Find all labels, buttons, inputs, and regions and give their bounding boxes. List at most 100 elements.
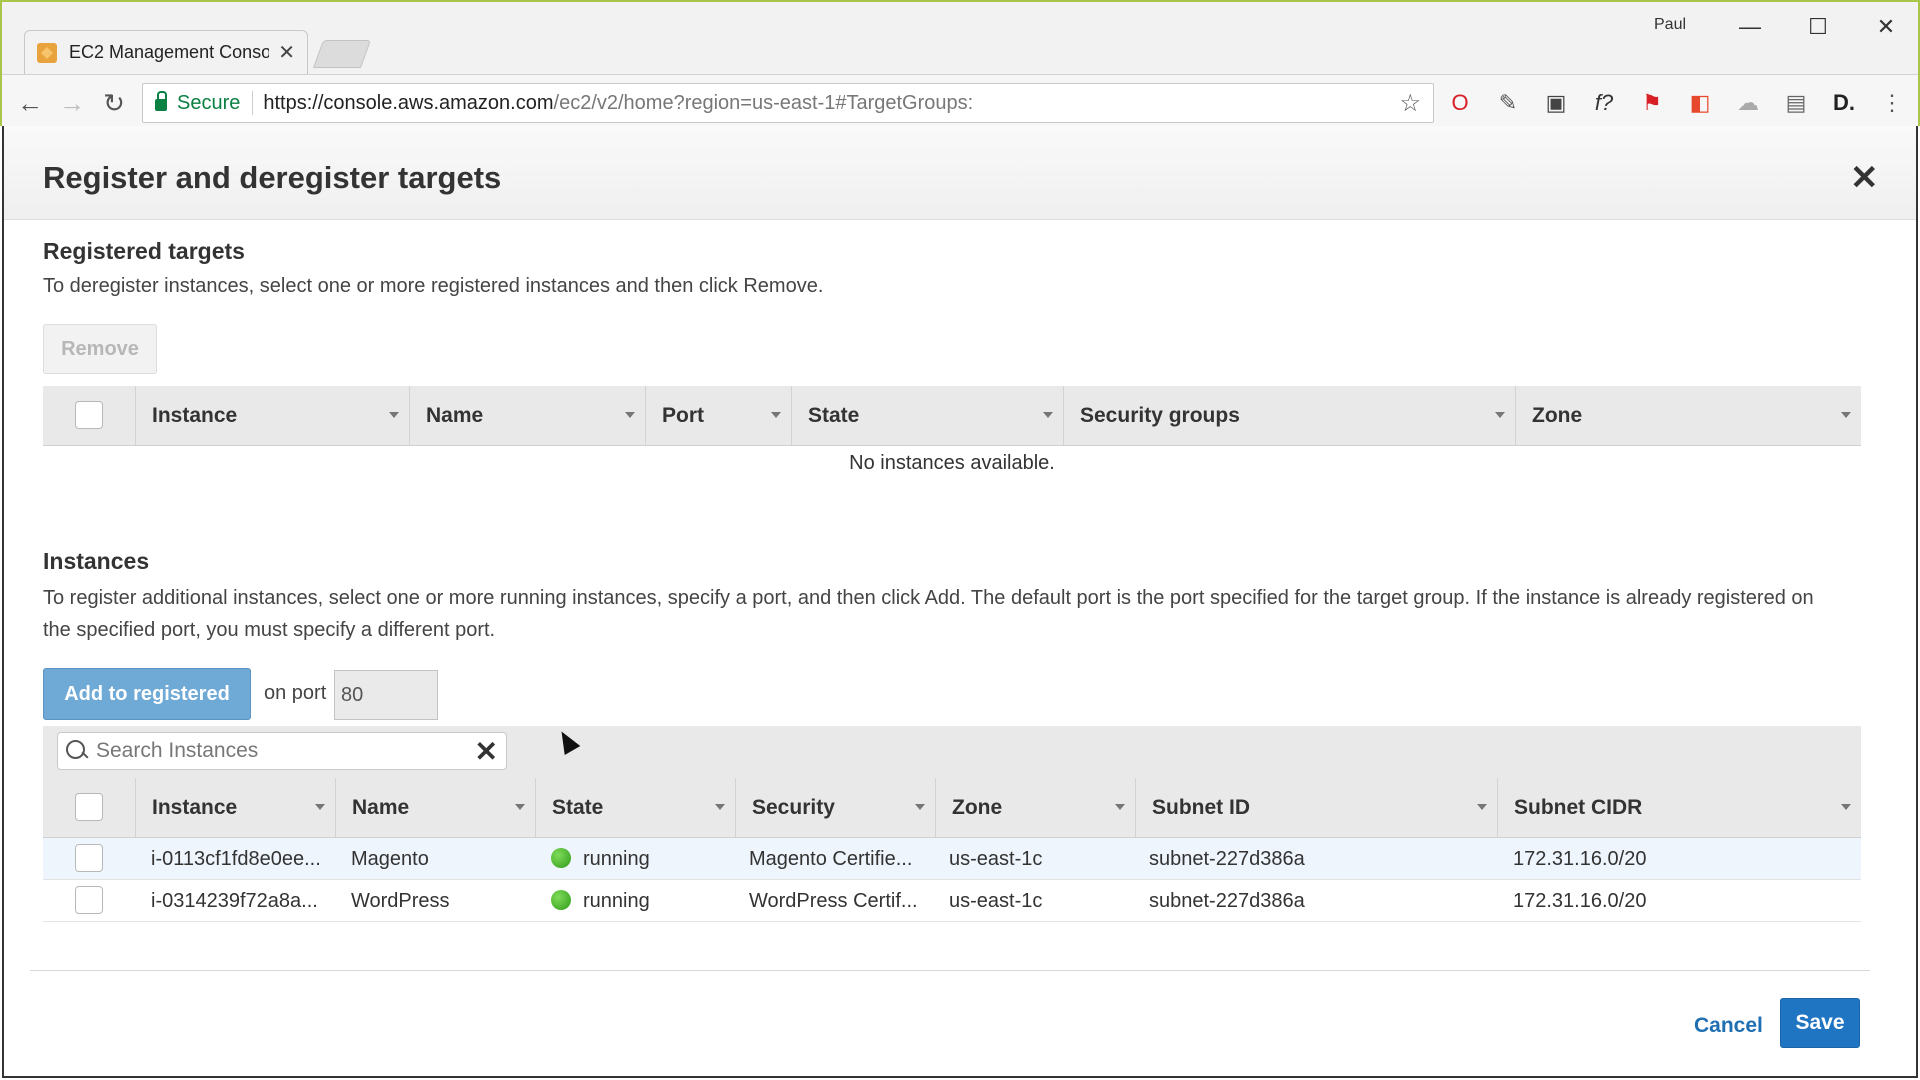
save-button[interactable]: Save — [1780, 998, 1860, 1048]
opera-extension-icon[interactable]: O — [1446, 89, 1474, 117]
tab-close-icon[interactable]: ✕ — [278, 40, 295, 65]
sort-caret-icon — [1477, 804, 1487, 810]
screenshot-extension-icon[interactable]: ▣ — [1542, 89, 1570, 117]
new-tab-button[interactable] — [312, 40, 372, 68]
sort-caret-icon — [1495, 412, 1505, 418]
office-extension-icon[interactable]: ◧ — [1686, 89, 1714, 117]
forward-icon[interactable]: → — [56, 87, 88, 119]
instances-table-header: Instance Name State Security Zone Subnet… — [43, 778, 1861, 838]
cancel-button[interactable]: Cancel — [1694, 1014, 1763, 1038]
instances-col-name[interactable]: Name — [335, 778, 535, 838]
registered-col-security-groups[interactable]: Security groups — [1063, 386, 1515, 446]
flag-extension-icon[interactable]: ⚑ — [1638, 89, 1666, 117]
browser-toolbar: ← → ↻ Secure https://console.aws.amazon.… — [2, 74, 1918, 128]
registered-col-state[interactable]: State — [791, 386, 1063, 446]
modal-header: Register and deregister targets ✕ — [4, 126, 1916, 220]
cell-subnet-id: subnet-227d386a — [1149, 848, 1305, 870]
instances-col-subnet-id[interactable]: Subnet ID — [1135, 778, 1497, 838]
modal-close-icon[interactable]: ✕ — [1850, 158, 1879, 198]
search-box[interactable]: ✕ — [57, 732, 507, 770]
cell-zone: us-east-1c — [949, 848, 1043, 870]
cell-security: WordPress Certif... — [749, 890, 918, 912]
tab-title: EC2 Management Conso — [69, 42, 269, 62]
running-status-icon — [551, 847, 571, 868]
registered-col-port[interactable]: Port — [645, 386, 791, 446]
reload-icon[interactable]: ↻ — [98, 87, 130, 119]
registered-empty-message: No instances available. — [849, 452, 1055, 474]
registered-col-zone[interactable]: Zone — [1515, 386, 1861, 446]
d-extension-icon[interactable]: D. — [1830, 89, 1858, 117]
cell-subnet-cidr: 172.31.16.0/20 — [1513, 848, 1647, 870]
search-instances-input[interactable] — [96, 739, 466, 763]
register-targets-modal: Register and deregister targets ✕ Regist… — [2, 126, 1918, 1078]
minimize-icon[interactable]: — — [1730, 12, 1770, 42]
port-input[interactable] — [334, 670, 438, 720]
running-status-icon — [551, 889, 571, 910]
bookmark-star-icon[interactable]: ☆ — [1399, 89, 1421, 118]
sort-caret-icon — [1115, 804, 1125, 810]
registered-col-instance[interactable]: Instance — [135, 386, 409, 446]
cell-instance-id: i-0314239f72a8a... — [151, 890, 318, 912]
browser-tab[interactable]: EC2 Management Conso ✕ — [24, 30, 308, 74]
instances-col-instance[interactable]: Instance — [135, 778, 335, 838]
cell-name: Magento — [351, 848, 429, 870]
lock-icon — [155, 91, 167, 111]
cell-name: WordPress — [351, 890, 450, 912]
url-host: https://console.aws.amazon.com — [263, 91, 554, 114]
close-window-icon[interactable]: ✕ — [1866, 12, 1906, 42]
clear-search-icon[interactable]: ✕ — [475, 735, 498, 768]
modal-title: Register and deregister targets — [43, 160, 502, 195]
puzzle-extension-icon[interactable]: ▤ — [1782, 89, 1810, 117]
title-bar: EC2 Management Conso ✕ Paul — ☐ ✕ — [2, 2, 1918, 74]
cell-state: running — [551, 880, 731, 922]
instances-description: To register additional instances, select… — [43, 587, 1814, 641]
instances-title: Instances — [43, 548, 150, 574]
registered-col-name[interactable]: Name — [409, 386, 645, 446]
col-label: Instance — [152, 404, 238, 427]
col-label: State — [552, 796, 604, 819]
secure-label: Secure — [177, 91, 241, 114]
table-row[interactable]: i-0113cf1fd8e0ee... Magento running Mage… — [43, 838, 1861, 880]
formula-extension-icon[interactable]: f? — [1590, 89, 1618, 117]
browser-window: EC2 Management Conso ✕ Paul — ☐ ✕ ← → ↻ … — [0, 0, 1920, 128]
col-label: Security — [752, 796, 835, 819]
state-label: running — [583, 890, 650, 912]
remove-button[interactable]: Remove — [43, 324, 157, 374]
cell-zone: us-east-1c — [949, 890, 1043, 912]
eyedropper-extension-icon[interactable]: ✎ — [1494, 89, 1522, 117]
back-icon[interactable]: ← — [14, 87, 46, 119]
select-all-instances-checkbox[interactable] — [75, 793, 103, 821]
add-to-registered-button[interactable]: Add to registered — [43, 668, 251, 720]
address-bar[interactable]: Secure https://console.aws.amazon.com/ec… — [142, 83, 1434, 123]
sort-caret-icon — [315, 804, 325, 810]
sort-caret-icon — [715, 804, 725, 810]
registered-targets-title: Registered targets — [43, 238, 245, 264]
maximize-icon[interactable]: ☐ — [1798, 12, 1838, 42]
col-label: Name — [352, 796, 410, 819]
col-label: State — [808, 404, 860, 427]
table-row[interactable]: i-0314239f72a8a... WordPress running Wor… — [43, 880, 1861, 922]
row-checkbox[interactable] — [75, 844, 103, 872]
instances-col-security[interactable]: Security — [735, 778, 935, 838]
instances-col-zone[interactable]: Zone — [935, 778, 1135, 838]
row-checkbox[interactable] — [75, 886, 103, 914]
cell-security: Magento Certifie... — [749, 848, 913, 870]
address-separator — [252, 91, 254, 115]
profile-name[interactable]: Paul — [1654, 16, 1686, 34]
on-port-label: on port — [264, 682, 327, 704]
col-label: Name — [426, 404, 484, 427]
menu-kebab-icon[interactable]: ⋮ — [1878, 89, 1906, 117]
instances-col-subnet-cidr[interactable]: Subnet CIDR — [1497, 778, 1861, 838]
instances-search-bar: ✕ — [43, 726, 1861, 778]
cell-state: running — [551, 838, 731, 880]
state-label: running — [583, 848, 650, 870]
select-all-registered-checkbox[interactable] — [75, 401, 103, 429]
col-label: Subnet ID — [1152, 796, 1250, 819]
cell-instance-id: i-0113cf1fd8e0ee... — [151, 848, 321, 870]
col-label: Instance — [152, 796, 238, 819]
col-label: Port — [662, 404, 704, 427]
col-label: Zone — [952, 796, 1003, 819]
instances-col-state[interactable]: State — [535, 778, 735, 838]
cloud-extension-icon[interactable]: ☁ — [1734, 89, 1762, 117]
sort-caret-icon — [1841, 804, 1851, 810]
